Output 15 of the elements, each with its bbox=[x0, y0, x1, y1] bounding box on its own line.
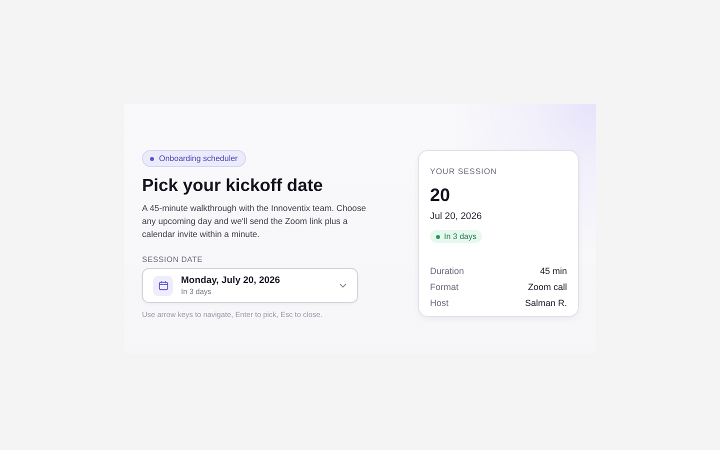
detail-value: 45 min bbox=[540, 266, 567, 276]
scheduler-badge: Onboarding scheduler bbox=[142, 150, 246, 167]
detail-value: Salman R. bbox=[524, 298, 567, 308]
description-text: A 45-minute walkthrough with the Innoventix team. Choose any upcoming day and we'll send the Zoom link plus a calendar invite within a minute. bbox=[142, 202, 368, 241]
calendar-icon bbox=[158, 280, 168, 291]
detail-label: Host bbox=[430, 298, 449, 308]
detail-label: Duration bbox=[430, 266, 464, 276]
day-number: 20 bbox=[430, 185, 450, 206]
session-date: Jul 20, 2026 bbox=[430, 211, 482, 222]
card-title: YOUR SESSION bbox=[430, 167, 497, 176]
detail-value: Zoom call bbox=[528, 282, 567, 292]
relative-badge: In 3 days bbox=[430, 230, 482, 243]
detail-label: Format bbox=[430, 282, 459, 292]
chevron-icon bbox=[339, 283, 347, 288]
page-heading: Pick your kickoff date bbox=[142, 175, 323, 196]
